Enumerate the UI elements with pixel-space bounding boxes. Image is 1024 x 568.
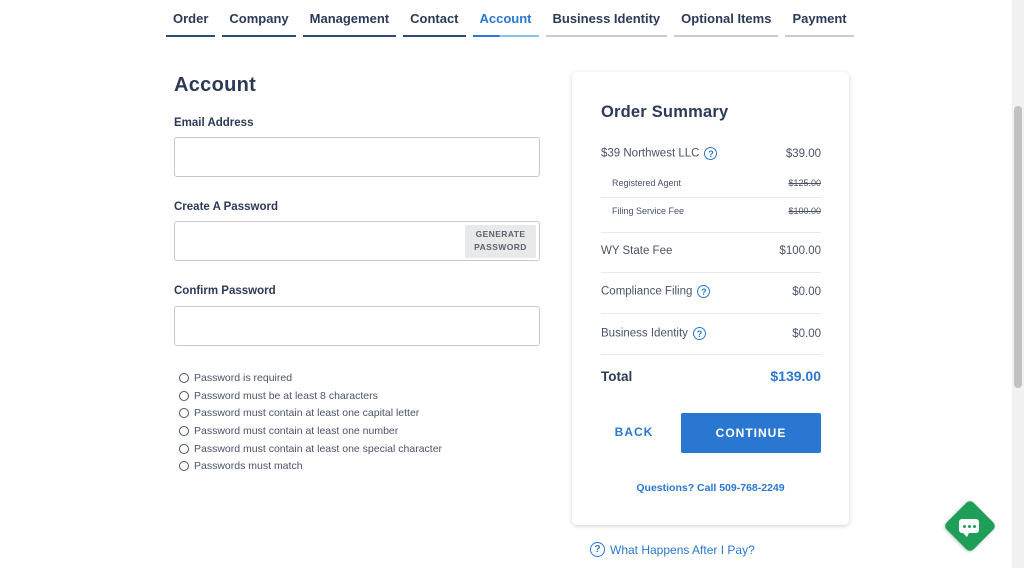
summary-label: Compliance Filing [601,285,693,298]
back-button[interactable]: BACK [602,415,666,449]
after-pay-text: What Happens After I Pay? [610,542,755,557]
step-management[interactable]: Management [302,0,397,37]
help-circle-icon: ? [590,542,605,557]
step-label: Contact [410,11,459,26]
password-rule: Password must contain at least one speci… [179,440,442,458]
password-rule: Password is required [179,369,442,387]
step-bar [166,35,216,37]
page-title: Account [174,74,257,96]
summary-row-compliance: Compliance Filing? $0.00 [601,285,821,298]
circle-icon [179,443,189,454]
summary-row-business-identity: Business Identity? $0.00 [601,327,821,340]
divider [601,354,821,355]
summary-label: WY State Fee [601,245,673,257]
total-label: Total [601,368,633,384]
step-label: Business Identity [552,11,661,26]
step-label: Company [229,11,289,26]
step-bar [785,35,854,37]
step-optional-items[interactable]: Optional Items [674,0,779,37]
summary-row-state-fee: WY State Fee $100.00 [601,245,821,257]
email-input[interactable] [175,138,539,176]
step-bar [545,35,668,37]
password-rules-list: Password is required Password must be at… [179,369,442,475]
chat-button[interactable] [943,499,997,553]
step-label: Management [309,11,390,26]
circle-icon [179,372,189,383]
step-navigation: Order Company Management Contact Account… [166,0,861,40]
circle-icon [179,425,189,436]
vertical-scrollbar[interactable] [1012,0,1024,568]
rule-text: Passwords must match [194,460,303,473]
confirm-password-input[interactable] [175,307,539,345]
divider [601,272,821,273]
step-label: Account [479,11,532,26]
help-circle-icon[interactable]: ? [704,147,718,160]
summary-amount: $0.00 [792,327,821,340]
rule-text: Password must contain at least one numbe… [194,424,399,437]
summary-label: Filing Service Fee [612,206,685,216]
summary-amount: $100.00 [788,206,821,216]
rule-text: Password must contain at least one capit… [194,407,420,420]
step-company[interactable]: Company [222,0,296,37]
step-business-identity[interactable]: Business Identity [545,0,668,37]
summary-amount: $39.00 [785,147,821,160]
help-circle-icon[interactable]: ? [692,327,706,340]
password-rule: Password must contain at least one numbe… [179,422,442,440]
generate-button-line1: GENERATE [475,229,526,239]
step-bar [403,35,466,37]
summary-label: Registered Agent [612,178,682,188]
confirm-password-field-box [174,306,540,346]
order-summary-card: Order Summary $39 Northwest LLC? $39.00 … [572,72,849,525]
order-summary-title: Order Summary [601,103,729,121]
step-label: Payment [792,11,847,26]
chat-icon [959,519,979,537]
circle-icon [179,408,189,419]
password-rule: Password must contain at least one capit… [179,404,442,422]
email-label: Email Address [174,117,254,129]
summary-amount: $100.00 [779,245,821,257]
summary-label: $39 Northwest LLC [601,147,700,160]
password-field-box: GENERATE PASSWORD [174,221,540,261]
summary-amount: $125.00 [788,178,821,188]
summary-amount: $0.00 [792,285,821,298]
password-label: Create A Password [174,201,278,213]
account-form: Account Email Address Create A Password … [174,72,540,472]
step-bar [302,35,397,37]
generate-password-button[interactable]: GENERATE PASSWORD [465,225,536,258]
summary-label: Business Identity [601,327,688,340]
step-account[interactable]: Account [472,0,539,37]
rule-text: Password must be at least 8 characters [194,389,378,402]
summary-row-total: Total $139.00 [601,368,821,384]
divider [601,313,821,314]
step-payment[interactable]: Payment [785,0,854,37]
step-label: Order [173,11,209,26]
password-rule: Password must be at least 8 characters [179,387,442,405]
step-bar [222,35,296,37]
questions-phone-link[interactable]: Questions? Call 509-768-2249 [572,482,849,494]
password-input[interactable] [175,222,460,260]
confirm-password-label: Confirm Password [174,285,276,297]
total-amount: $139.00 [770,368,821,384]
scrollbar-thumb[interactable] [1014,106,1022,388]
circle-icon [179,390,189,401]
password-rule: Passwords must match [179,457,442,475]
divider [601,232,821,233]
generate-button-line2: PASSWORD [474,242,527,252]
rule-text: Password must contain at least one speci… [194,442,443,455]
continue-button[interactable]: CONTINUE [681,413,821,453]
step-bar [472,35,539,37]
step-bar [674,35,779,37]
summary-row-product: $39 Northwest LLC? $39.00 [601,147,821,160]
divider [601,197,821,198]
rule-text: Password is required [194,371,293,384]
email-field-box [174,137,540,177]
step-order[interactable]: Order [166,0,216,37]
what-happens-after-pay-link[interactable]: ? What Happens After I Pay? [590,542,755,557]
summary-row-registered-agent: Registered Agent $125.00 [612,178,821,188]
step-contact[interactable]: Contact [403,0,466,37]
summary-row-filing-fee: Filing Service Fee $100.00 [612,206,821,216]
circle-icon [179,461,189,472]
help-circle-icon[interactable]: ? [697,285,711,298]
step-label: Optional Items [681,11,772,26]
